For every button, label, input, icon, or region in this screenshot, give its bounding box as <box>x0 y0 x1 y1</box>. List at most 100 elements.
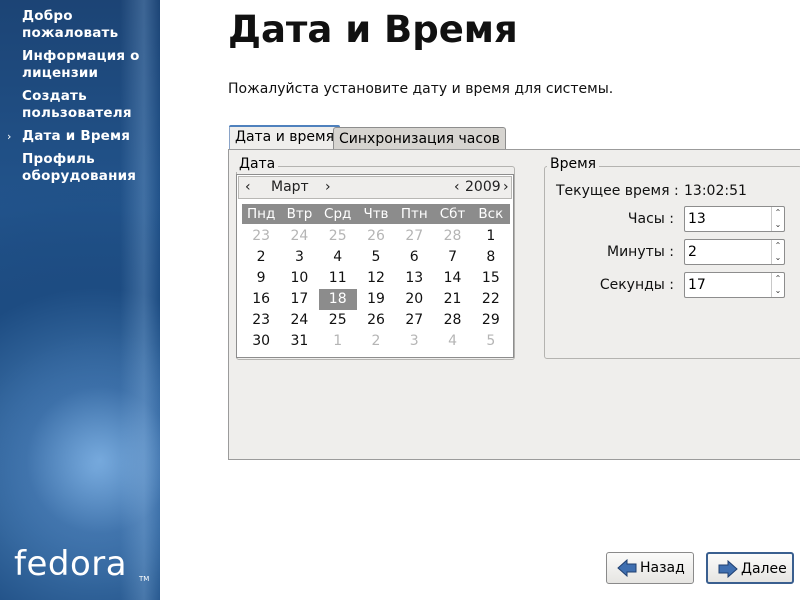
calendar-day[interactable]: 5 <box>357 247 395 268</box>
seconds-label: Секунды : <box>599 277 674 293</box>
calendar-day[interactable]: 17 <box>280 289 318 310</box>
calendar-days: 23 24 25 26 27 28 1 2 3 4 5 6 7 8 9 10 11 12 13 14 15 16 17 18 1… <box>242 226 510 352</box>
next-button-label: Далее <box>741 561 787 577</box>
current-time-label: Текущее время : <box>556 183 679 199</box>
date-frame-label: Дата <box>236 156 279 172</box>
calendar-day[interactable]: 26 <box>357 310 395 331</box>
instructions-text: Пожалуйста установите дату и время для с… <box>228 81 614 97</box>
calendar-day[interactable]: 14 <box>433 268 471 289</box>
tab-clock-sync[interactable]: Синхронизация часов <box>333 127 506 149</box>
calendar-day[interactable]: 18 <box>318 289 357 310</box>
calendar-day[interactable]: 20 <box>395 289 433 310</box>
minutes-value[interactable]: 2 <box>688 244 697 260</box>
calendar-day[interactable]: 8 <box>472 247 510 268</box>
calendar-day[interactable]: 11 <box>319 268 357 289</box>
month-label: Март <box>271 179 309 195</box>
next-arrow-icon <box>718 560 738 578</box>
prev-month-icon[interactable]: ‹ <box>245 177 251 198</box>
calendar-day[interactable]: 24 <box>280 310 318 331</box>
hours-spinbox[interactable]: 13 ⌃ ⌄ <box>684 206 785 232</box>
minutes-spinbox[interactable]: 2 ⌃ ⌄ <box>684 239 785 265</box>
spin-up-icon[interactable]: ⌃ <box>772 207 784 219</box>
calendar-day[interactable]: 15 <box>472 268 510 289</box>
spin-up-icon[interactable]: ⌃ <box>772 240 784 252</box>
calendar-day[interactable]: 23 <box>242 310 280 331</box>
tab-date-and-time-label: Дата и время <box>235 129 334 145</box>
calendar-day[interactable]: 26 <box>357 226 395 247</box>
seconds-spin-buttons[interactable]: ⌃ ⌄ <box>771 273 784 297</box>
next-year-icon[interactable]: › <box>503 177 509 198</box>
calendar-day[interactable]: 25 <box>319 226 357 247</box>
sidebar-item-hardware-profile: Профиль оборудования <box>22 151 137 184</box>
weekday-header: Сбт <box>439 206 466 222</box>
calendar-day[interactable]: 28 <box>433 310 471 331</box>
tab-date-and-time[interactable]: Дата и время <box>229 125 340 149</box>
calendar-day[interactable]: 7 <box>433 247 471 268</box>
calendar-day[interactable]: 1 <box>472 226 510 247</box>
weekday-header: Чтв <box>363 206 389 222</box>
next-month-icon[interactable]: › <box>325 177 331 198</box>
calendar-day[interactable]: 23 <box>242 226 280 247</box>
current-time-value: 13:02:51 <box>684 183 747 199</box>
back-button-label: Назад <box>640 560 685 576</box>
time-frame-label: Время <box>547 156 600 172</box>
spin-down-icon[interactable]: ⌄ <box>772 219 784 231</box>
calendar-header: ‹ Март › ‹ 2009 › <box>238 176 512 199</box>
calendar-day[interactable]: 3 <box>280 247 318 268</box>
calendar-day[interactable]: 27 <box>395 226 433 247</box>
sidebar-item-date-time: Дата и Время <box>22 128 131 144</box>
seconds-spinbox[interactable]: 17 ⌃ ⌄ <box>684 272 785 298</box>
back-arrow-icon <box>617 559 637 577</box>
tab-clock-sync-label: Синхронизация часов <box>339 131 500 147</box>
calendar-day[interactable]: 5 <box>472 331 510 352</box>
minutes-label: Минуты : <box>607 244 674 260</box>
calendar-day[interactable]: 12 <box>357 268 395 289</box>
hours-label: Часы : <box>627 211 674 227</box>
hours-spin-buttons[interactable]: ⌃ ⌄ <box>771 207 784 231</box>
hours-value[interactable]: 13 <box>688 211 706 227</box>
calendar-day[interactable]: 16 <box>242 289 280 310</box>
next-button[interactable]: Далее <box>706 552 794 584</box>
spin-up-icon[interactable]: ⌃ <box>772 273 784 285</box>
calendar-day[interactable]: 2 <box>242 247 280 268</box>
calendar-week-row: 30 31 1 2 3 4 5 <box>242 331 510 352</box>
spin-down-icon[interactable]: ⌄ <box>772 285 784 297</box>
calendar-day[interactable]: 25 <box>319 310 357 331</box>
current-step-arrow-icon: › <box>7 130 12 143</box>
sidebar-item-license: Информация о лицензии <box>22 48 140 81</box>
weekday-header: Вск <box>478 206 504 222</box>
calendar-day[interactable]: 27 <box>395 310 433 331</box>
calendar-week-row: 9 10 11 12 13 14 15 <box>242 268 510 289</box>
calendar-day[interactable]: 30 <box>242 331 280 352</box>
year-label: 2009 <box>465 179 501 195</box>
weekday-row: Пнд Втр Срд Чтв Птн Сбт Вск <box>242 204 510 224</box>
calendar-week-row: 16 17 18 19 20 21 22 <box>242 289 510 310</box>
calendar-day[interactable]: 19 <box>357 289 395 310</box>
spin-down-icon[interactable]: ⌄ <box>772 252 784 264</box>
calendar-day[interactable]: 10 <box>280 268 318 289</box>
calendar-day[interactable]: 4 <box>433 331 471 352</box>
calendar-day[interactable]: 6 <box>395 247 433 268</box>
calendar-day[interactable]: 13 <box>395 268 433 289</box>
calendar-day[interactable]: 4 <box>319 247 357 268</box>
calendar-day[interactable]: 9 <box>242 268 280 289</box>
fedora-logo: fedora <box>14 544 128 584</box>
prev-year-icon[interactable]: ‹ <box>454 177 460 198</box>
sidebar: Добро пожаловать Информация о лицензии С… <box>0 0 160 600</box>
calendar-day[interactable]: 21 <box>433 289 471 310</box>
weekday-header: Птн <box>400 206 428 222</box>
calendar-day[interactable]: 2 <box>357 331 395 352</box>
sidebar-item-create-user: Создать пользователя <box>22 88 132 121</box>
seconds-value[interactable]: 17 <box>688 277 706 293</box>
calendar-day[interactable]: 1 <box>319 331 357 352</box>
calendar-day[interactable]: 3 <box>395 331 433 352</box>
calendar-day[interactable]: 22 <box>472 289 510 310</box>
calendar-day[interactable]: 24 <box>280 226 318 247</box>
minutes-spin-buttons[interactable]: ⌃ ⌄ <box>771 240 784 264</box>
calendar-day[interactable]: 29 <box>472 310 510 331</box>
fedora-logo-tm: TM <box>139 575 150 583</box>
calendar-week-row: 23 24 25 26 27 28 1 <box>242 226 510 247</box>
calendar-day[interactable]: 31 <box>280 331 318 352</box>
calendar-day[interactable]: 28 <box>433 226 471 247</box>
back-button[interactable]: Назад <box>606 552 694 584</box>
